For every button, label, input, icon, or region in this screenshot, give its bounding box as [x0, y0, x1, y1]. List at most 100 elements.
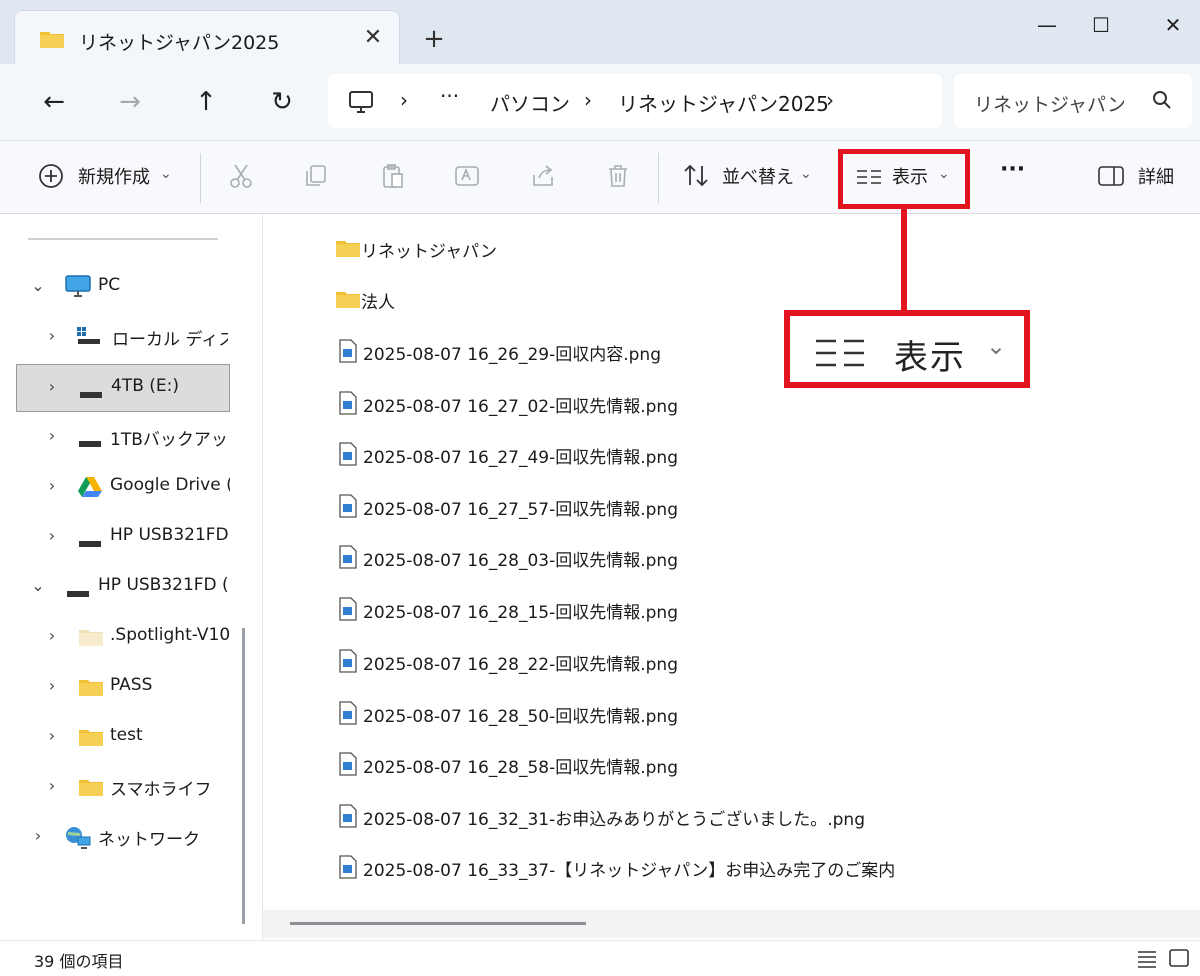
tab-title: リネットジャパン2025: [79, 32, 280, 54]
chevron-down-icon[interactable]: ⌄: [938, 166, 950, 182]
sidebar-item-google-drive[interactable]: › Google Drive (: [16, 464, 230, 510]
tab-current[interactable]: リネットジャパン2025 ✕: [14, 10, 400, 66]
chevron-right-icon[interactable]: ›: [42, 476, 62, 496]
file-list: リネットジャパン 法人 2025-08-07 16_26_29-回収内容.png…: [263, 214, 1200, 940]
callout-label: 表示: [894, 338, 966, 378]
breadcrumb-pc[interactable]: パソコン: [490, 88, 570, 117]
up-button[interactable]: ↑: [186, 84, 226, 120]
navigation-bar: ← → ↑ ↻ › ··· パソコン › リネットジャパン2025 › リネット…: [0, 64, 1200, 140]
divider: [658, 153, 659, 203]
sidebar-item-label: HP USB321FD (: [110, 525, 230, 545]
chevron-right-icon[interactable]: ›: [42, 626, 62, 646]
sidebar-item-network[interactable]: › ネットワーク: [16, 814, 230, 860]
chevron-right-icon[interactable]: ›: [42, 526, 62, 546]
sidebar-item-pass[interactable]: › PASS: [16, 664, 230, 710]
drive-icon: [78, 433, 102, 452]
folder-icon: [335, 238, 361, 262]
sidebar-item-spotlight[interactable]: › .Spotlight-V100: [16, 614, 230, 660]
sidebar-item-label: ローカル ディスク: [112, 330, 228, 350]
sidebar-item-local-disk[interactable]: › ローカル ディスク: [16, 314, 230, 360]
chevron-down-icon[interactable]: ⌄: [28, 276, 48, 296]
file-name: リネットジャパン: [361, 242, 497, 262]
file-name: 法人: [361, 293, 395, 313]
drive-icon: [76, 326, 102, 350]
file-name: 2025-08-07 16_28_22-回収先情報.png: [363, 655, 678, 675]
delete-icon[interactable]: [605, 163, 631, 193]
chevron-right-icon[interactable]: ›: [42, 326, 62, 346]
cut-icon[interactable]: [228, 163, 254, 193]
details-view-icon[interactable]: [1136, 949, 1158, 973]
new-tab-button[interactable]: +: [416, 22, 452, 56]
sidebar-item-hp-usb-1[interactable]: › HP USB321FD (: [16, 514, 230, 560]
image-file-icon: [339, 804, 357, 832]
file-name: 2025-08-07 16_28_03-回収先情報.png: [363, 551, 678, 571]
drive-icon: [79, 384, 103, 403]
file-name: 2025-08-07 16_27_02-回収先情報.png: [363, 397, 678, 417]
chevron-right-icon[interactable]: ›: [42, 776, 62, 796]
forward-button[interactable]: →: [110, 84, 150, 120]
address-bar[interactable]: › ··· パソコン › リネットジャパン2025 ›: [328, 74, 942, 128]
search-input[interactable]: リネットジャパン2025の検索: [974, 90, 1124, 117]
file-name: 2025-08-07 16_28_50-回収先情報.png: [363, 707, 678, 727]
sidebar-item-hp-usb-2[interactable]: ⌄ HP USB321FD (I:: [16, 564, 230, 610]
item-count: 39 個の項目: [34, 952, 124, 971]
sort-button[interactable]: 並べ替え: [722, 163, 794, 189]
breadcrumb-separator[interactable]: ›: [826, 88, 834, 112]
share-icon[interactable]: [530, 163, 556, 193]
view-list-icon: [814, 338, 866, 372]
tab-close-icon[interactable]: ✕: [355, 21, 391, 55]
search-box[interactable]: リネットジャパン2025の検索: [954, 74, 1192, 128]
sidebar-item-test[interactable]: › test: [16, 714, 230, 760]
sidebar-item-label: test: [110, 725, 143, 745]
chevron-right-icon[interactable]: ›: [42, 676, 62, 696]
paste-icon[interactable]: [380, 163, 406, 193]
more-options-button[interactable]: ···: [1000, 157, 1025, 182]
sidebar-item-label: PC: [98, 275, 121, 295]
sidebar-item-1tb-backup[interactable]: › 1TBバックアップ: [16, 414, 230, 460]
refresh-button[interactable]: ↻: [262, 84, 302, 120]
sidebar-item-4tb[interactable]: › 4TB (E:): [16, 364, 230, 412]
minimize-button[interactable]: —: [1020, 8, 1074, 42]
sidebar-item-label: 1TBバックアップ: [110, 430, 230, 450]
image-file-icon: [339, 545, 357, 573]
horizontal-scroll-thumb[interactable]: [290, 922, 586, 925]
callout-connector: [901, 206, 907, 312]
add-icon: [38, 163, 64, 193]
sidebar-item-label: .Spotlight-V100: [110, 625, 230, 645]
chevron-down-icon[interactable]: ⌄: [800, 166, 812, 182]
chevron-down-icon[interactable]: ⌄: [160, 166, 172, 182]
rename-icon[interactable]: [454, 163, 480, 193]
chevron-right-icon[interactable]: ›: [42, 726, 62, 746]
image-file-icon: [339, 339, 357, 367]
search-icon[interactable]: [1152, 90, 1172, 114]
view-button[interactable]: 表示: [892, 163, 928, 189]
folder-icon: [78, 627, 104, 651]
breadcrumb-separator[interactable]: ›: [400, 88, 408, 112]
breadcrumb-current-folder[interactable]: リネットジャパン2025: [618, 88, 829, 117]
large-icons-view-icon[interactable]: [1168, 948, 1190, 972]
sidebar-item-smartphone-life[interactable]: › スマホライフ: [16, 764, 230, 810]
folder-icon: [78, 677, 104, 701]
close-window-button[interactable]: ✕: [1146, 8, 1200, 42]
chevron-right-icon[interactable]: ›: [42, 377, 62, 397]
sidebar-item-label: ネットワーク: [98, 830, 200, 850]
file-name: 2025-08-07 16_27_57-回収先情報.png: [363, 500, 678, 520]
sidebar-item-pc[interactable]: ⌄ PC: [16, 264, 230, 310]
breadcrumb-more[interactable]: ···: [440, 84, 459, 108]
chevron-right-icon[interactable]: ›: [42, 426, 62, 446]
divider: [200, 153, 201, 203]
back-button[interactable]: ←: [34, 84, 74, 120]
sidebar-scrollbar[interactable]: [242, 628, 245, 924]
sort-icon: [682, 163, 710, 193]
sidebar-item-label: Google Drive (: [110, 475, 230, 495]
command-bar: 新規作成 ⌄ 並べ替え ⌄ 表示 ⌄ ··· 詳細: [0, 140, 1200, 214]
breadcrumb-separator[interactable]: ›: [584, 88, 592, 112]
navigation-pane: ⌄ PC › ローカル ディスク › 4TB (E:) › 1TBバックアップ …: [0, 214, 262, 940]
chevron-right-icon[interactable]: ›: [28, 826, 48, 846]
chevron-down-icon[interactable]: ⌄: [28, 576, 48, 596]
maximize-button[interactable]: ☐: [1074, 8, 1128, 42]
details-button[interactable]: 詳細: [1138, 163, 1174, 189]
file-name: 2025-08-07 16_33_37-【リネットジャパン】お申込み完了のご案内: [363, 861, 896, 881]
new-button[interactable]: 新規作成: [78, 163, 150, 189]
copy-icon[interactable]: [303, 163, 329, 193]
